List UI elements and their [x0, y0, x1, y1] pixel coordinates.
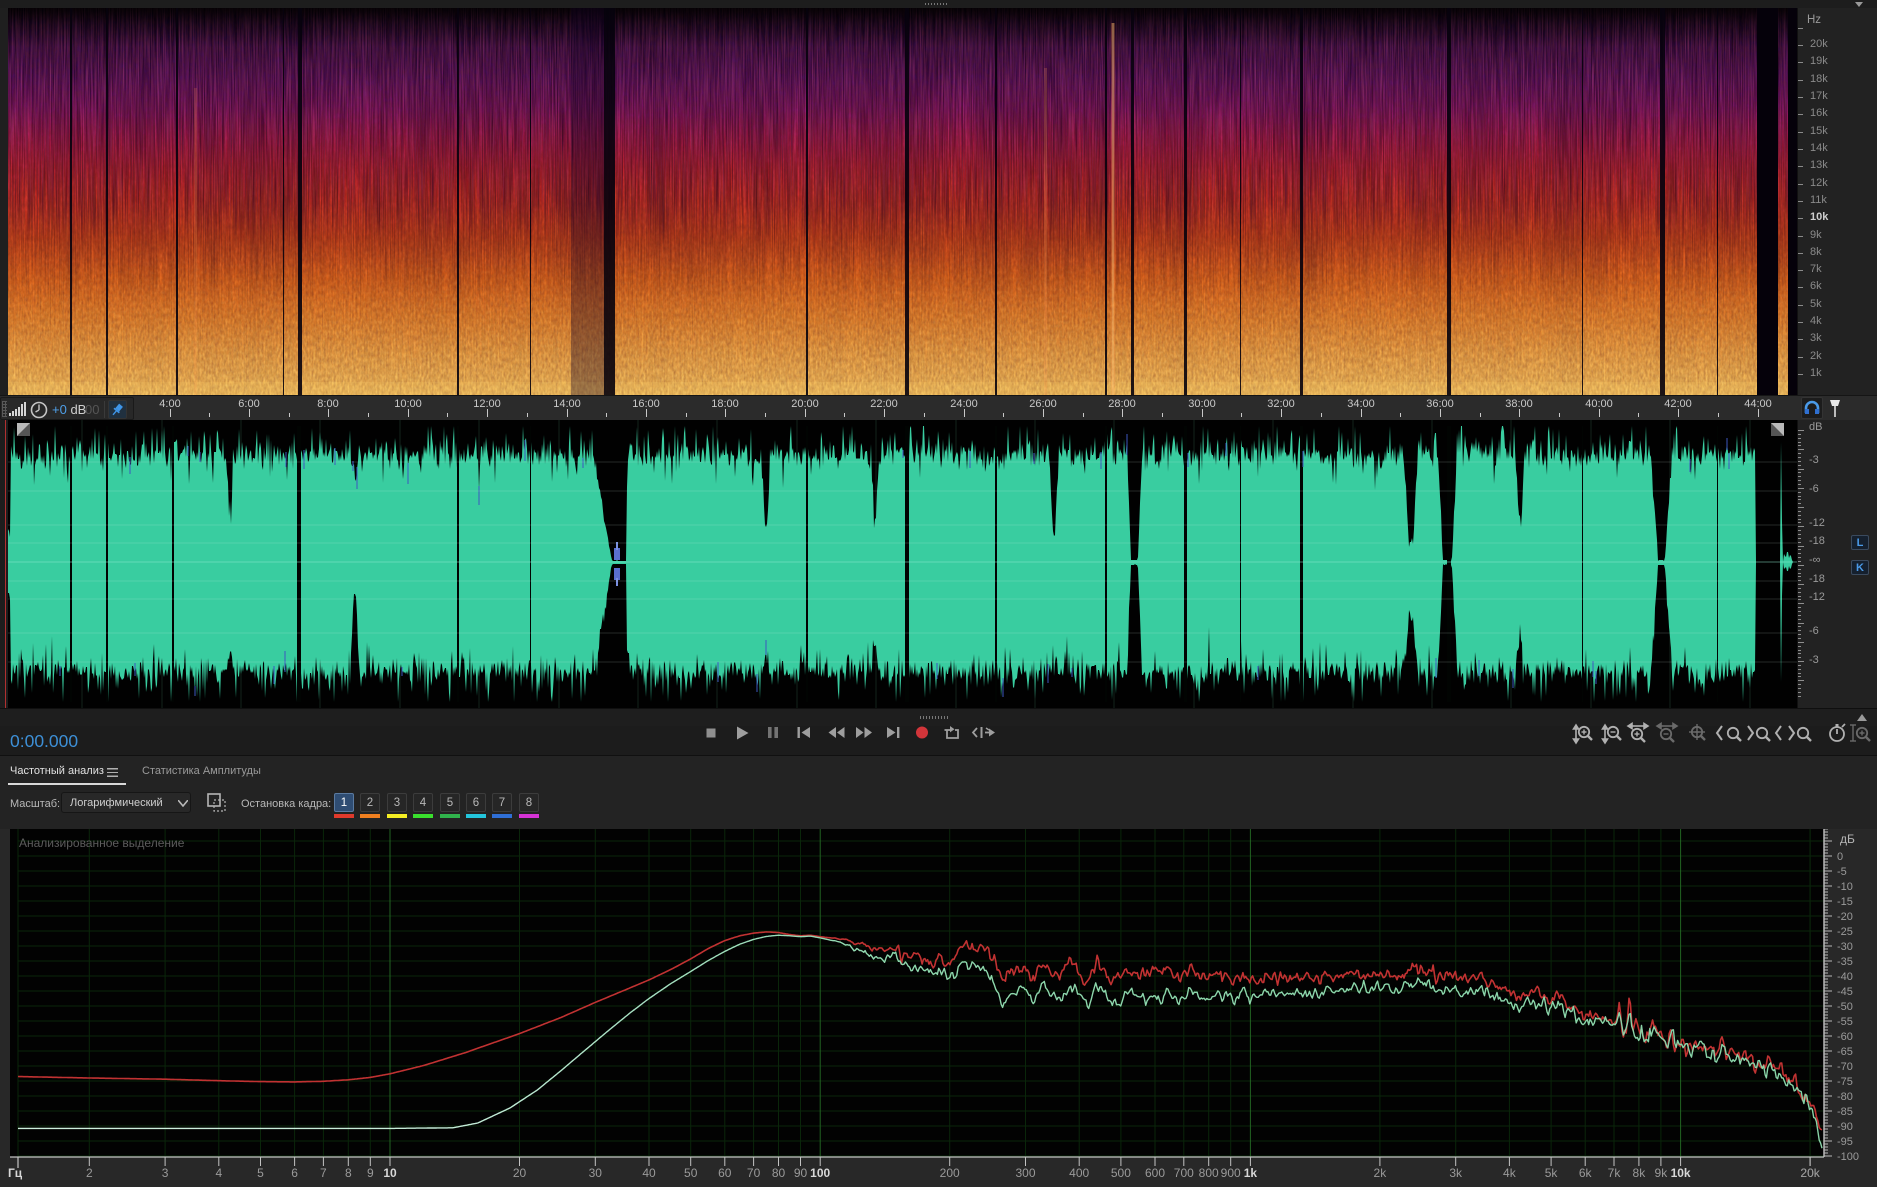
svg-text:Анализированное выделение: Анализированное выделение [19, 836, 185, 850]
svg-text:30: 30 [589, 1166, 603, 1180]
svg-text:Гц: Гц [8, 1166, 23, 1180]
svg-text:3k: 3k [1449, 1166, 1463, 1180]
svg-text:-85: -85 [1837, 1106, 1853, 1118]
svg-text:6: 6 [291, 1166, 298, 1180]
svg-text:100: 100 [810, 1166, 830, 1180]
svg-text:-25: -25 [1837, 926, 1853, 938]
svg-text:0: 0 [1837, 851, 1843, 863]
svg-text:-20: -20 [1837, 911, 1853, 923]
svg-text:80: 80 [772, 1166, 786, 1180]
svg-text:900: 900 [1221, 1166, 1241, 1180]
svg-text:20k: 20k [1800, 1166, 1820, 1180]
svg-text:-90: -90 [1837, 1121, 1853, 1133]
svg-text:90: 90 [794, 1166, 808, 1180]
svg-text:-80: -80 [1837, 1091, 1853, 1103]
svg-text:5k: 5k [1545, 1166, 1559, 1180]
svg-text:600: 600 [1145, 1166, 1165, 1180]
svg-text:20: 20 [513, 1166, 527, 1180]
svg-text:-50: -50 [1837, 1001, 1853, 1013]
svg-text:200: 200 [940, 1166, 960, 1180]
svg-text:60: 60 [718, 1166, 732, 1180]
svg-text:-55: -55 [1837, 1016, 1853, 1028]
svg-text:10: 10 [383, 1166, 397, 1180]
svg-text:70: 70 [747, 1166, 761, 1180]
svg-text:10k: 10k [1671, 1166, 1691, 1180]
svg-text:-70: -70 [1837, 1061, 1853, 1073]
svg-text:500: 500 [1111, 1166, 1131, 1180]
svg-text:9: 9 [367, 1166, 374, 1180]
svg-text:-5: -5 [1837, 866, 1847, 878]
svg-text:2k: 2k [1374, 1166, 1388, 1180]
svg-text:8: 8 [345, 1166, 352, 1180]
svg-text:700: 700 [1174, 1166, 1194, 1180]
svg-text:800: 800 [1199, 1166, 1219, 1180]
svg-text:8k: 8k [1633, 1166, 1647, 1180]
svg-text:-45: -45 [1837, 986, 1853, 998]
svg-text:-40: -40 [1837, 971, 1853, 983]
svg-text:-60: -60 [1837, 1031, 1853, 1043]
svg-text:300: 300 [1015, 1166, 1035, 1180]
svg-text:5: 5 [257, 1166, 264, 1180]
svg-text:3: 3 [162, 1166, 169, 1180]
svg-text:-30: -30 [1837, 941, 1853, 953]
svg-text:1k: 1k [1244, 1166, 1258, 1180]
svg-text:-100: -100 [1837, 1151, 1859, 1163]
svg-text:7: 7 [320, 1166, 327, 1180]
svg-text:4: 4 [215, 1166, 222, 1180]
svg-text:6k: 6k [1579, 1166, 1593, 1180]
svg-text:2: 2 [86, 1166, 93, 1180]
svg-text:50: 50 [684, 1166, 698, 1180]
svg-text:-65: -65 [1837, 1046, 1853, 1058]
svg-text:4k: 4k [1503, 1166, 1517, 1180]
svg-text:400: 400 [1069, 1166, 1089, 1180]
svg-text:-95: -95 [1837, 1136, 1853, 1148]
svg-text:9k: 9k [1655, 1166, 1669, 1180]
svg-text:7k: 7k [1608, 1166, 1622, 1180]
svg-text:-10: -10 [1837, 881, 1853, 893]
svg-text:-15: -15 [1837, 896, 1853, 908]
svg-text:-75: -75 [1837, 1076, 1853, 1088]
svg-text:дБ: дБ [1840, 832, 1855, 846]
svg-text:40: 40 [642, 1166, 656, 1180]
svg-text:-35: -35 [1837, 956, 1853, 968]
